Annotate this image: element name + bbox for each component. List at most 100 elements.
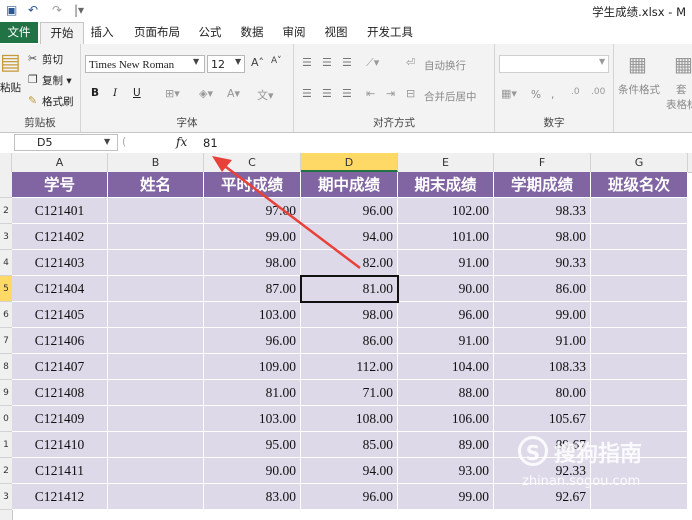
table-cell[interactable]: 95.00 bbox=[204, 432, 301, 458]
table-cell[interactable] bbox=[108, 198, 204, 224]
table-cell[interactable]: 81.00 bbox=[301, 276, 398, 302]
table-cell[interactable]: 108.33 bbox=[494, 354, 591, 380]
table-cell[interactable]: 96.00 bbox=[301, 198, 398, 224]
table-cell[interactable]: C121412 bbox=[12, 484, 108, 510]
font-color-icon[interactable]: A▾ bbox=[227, 87, 240, 100]
table-cell[interactable]: 85.00 bbox=[301, 432, 398, 458]
table-header-cell[interactable]: 学期成绩 bbox=[494, 172, 591, 198]
formula-input[interactable]: 81 bbox=[203, 136, 218, 150]
table-cell[interactable]: C121407 bbox=[12, 354, 108, 380]
table-cell[interactable]: 99.00 bbox=[204, 224, 301, 250]
table-cell[interactable]: 96.00 bbox=[398, 302, 494, 328]
table-cell[interactable] bbox=[591, 276, 688, 302]
table-cell[interactable]: 87.00 bbox=[204, 276, 301, 302]
decrease-indent-icon[interactable]: ⇤ bbox=[366, 87, 375, 100]
conditional-format-icon[interactable]: ▦ bbox=[628, 52, 647, 76]
table-cell[interactable] bbox=[591, 354, 688, 380]
table-cell[interactable]: 83.00 bbox=[204, 484, 301, 510]
table-header-cell[interactable]: 期中成绩 bbox=[301, 172, 398, 198]
tab-formulas[interactable]: 公式 bbox=[194, 22, 226, 43]
row-header-cell[interactable] bbox=[0, 172, 12, 198]
table-format-button[interactable]: 套 bbox=[676, 82, 687, 97]
table-cell[interactable]: 96.00 bbox=[204, 328, 301, 354]
format-painter-button[interactable]: 格式刷 bbox=[42, 94, 74, 109]
table-cell[interactable]: 89.00 bbox=[398, 432, 494, 458]
table-cell[interactable]: 88.00 bbox=[398, 380, 494, 406]
table-header-cell[interactable]: 期末成绩 bbox=[398, 172, 494, 198]
table-cell[interactable] bbox=[591, 250, 688, 276]
table-cell[interactable]: C121406 bbox=[12, 328, 108, 354]
increase-indent-icon[interactable]: ⇥ bbox=[386, 87, 395, 100]
table-cell[interactable] bbox=[591, 198, 688, 224]
table-cell[interactable]: 97.00 bbox=[204, 198, 301, 224]
cut-button[interactable]: 剪切 bbox=[42, 52, 63, 67]
wrap-text-button[interactable]: 自动换行 bbox=[424, 58, 466, 73]
table-cell[interactable]: 109.00 bbox=[204, 354, 301, 380]
table-cell[interactable]: C121409 bbox=[12, 406, 108, 432]
table-header-cell[interactable]: 平时成绩 bbox=[204, 172, 301, 198]
row-header-cell[interactable]: 0 bbox=[0, 406, 12, 432]
align-middle-icon[interactable]: ☰ bbox=[322, 56, 332, 69]
table-cell[interactable]: 103.00 bbox=[204, 406, 301, 432]
currency-icon[interactable]: ▦▾ bbox=[501, 87, 517, 100]
table-cell[interactable]: 94.00 bbox=[301, 458, 398, 484]
align-bottom-icon[interactable]: ☰ bbox=[342, 56, 352, 69]
tab-review[interactable]: 审阅 bbox=[278, 22, 310, 43]
paste-icon[interactable]: ▤ bbox=[0, 50, 21, 75]
table-cell[interactable]: 80.00 bbox=[494, 380, 591, 406]
table-cell[interactable]: 86.00 bbox=[494, 276, 591, 302]
table-cell[interactable]: 96.00 bbox=[301, 484, 398, 510]
table-cell[interactable] bbox=[591, 224, 688, 250]
row-header-cell[interactable]: 2 bbox=[0, 198, 12, 224]
tab-developer[interactable]: 开发工具 bbox=[362, 22, 418, 43]
table-header-cell[interactable]: 姓名 bbox=[108, 172, 204, 198]
row-header-cell[interactable]: 1 bbox=[0, 432, 12, 458]
bold-button[interactable]: B bbox=[91, 87, 99, 99]
column-header-g[interactable]: G bbox=[591, 153, 688, 172]
table-cell[interactable]: 82.00 bbox=[301, 250, 398, 276]
table-cell[interactable]: 98.00 bbox=[494, 224, 591, 250]
column-header-f[interactable]: F bbox=[494, 153, 591, 172]
redo-icon[interactable]: ↷ bbox=[52, 3, 62, 17]
table-cell[interactable]: 99.00 bbox=[398, 484, 494, 510]
column-header-e[interactable]: E bbox=[398, 153, 494, 172]
chevron-down-icon[interactable]: ▼ bbox=[104, 137, 110, 146]
table-cell[interactable]: 104.00 bbox=[398, 354, 494, 380]
cancel-icon[interactable]: ( bbox=[122, 135, 126, 148]
table-cell[interactable]: C121401 bbox=[12, 198, 108, 224]
orientation-icon[interactable]: ⟋▾ bbox=[366, 56, 379, 70]
table-cell[interactable] bbox=[108, 380, 204, 406]
row-header-cell[interactable]: 2 bbox=[0, 458, 12, 484]
table-cell[interactable]: 106.00 bbox=[398, 406, 494, 432]
phonetic-icon[interactable]: 文▾ bbox=[257, 87, 274, 103]
table-cell[interactable]: 99.00 bbox=[494, 302, 591, 328]
table-cell[interactable]: C121405 bbox=[12, 302, 108, 328]
table-cell[interactable]: 86.00 bbox=[301, 328, 398, 354]
border-icon[interactable]: ⊞▾ bbox=[165, 87, 180, 100]
grow-font-icon[interactable]: A˄ bbox=[251, 56, 264, 69]
table-cell[interactable]: 101.00 bbox=[398, 224, 494, 250]
table-cell[interactable] bbox=[591, 302, 688, 328]
merge-center-button[interactable]: 合并后居中 bbox=[424, 89, 477, 104]
table-cell[interactable] bbox=[591, 328, 688, 354]
table-cell[interactable]: 81.00 bbox=[204, 380, 301, 406]
table-cell[interactable]: C121404 bbox=[12, 276, 108, 302]
select-all-corner[interactable] bbox=[0, 153, 12, 172]
tab-data[interactable]: 数据 bbox=[236, 22, 268, 43]
fill-color-icon[interactable]: ◈▾ bbox=[199, 87, 213, 100]
table-cell[interactable]: 98.33 bbox=[494, 198, 591, 224]
chevron-down-icon[interactable]: ▼ bbox=[599, 57, 605, 66]
table-cell[interactable] bbox=[108, 328, 204, 354]
table-cell[interactable] bbox=[108, 302, 204, 328]
table-cell[interactable]: C121411 bbox=[12, 458, 108, 484]
customize-quick-access-icon[interactable]: |▾ bbox=[74, 3, 84, 17]
underline-button[interactable]: U bbox=[133, 87, 141, 99]
row-header-cell[interactable]: 6 bbox=[0, 302, 12, 328]
row-header-cell[interactable]: 9 bbox=[0, 380, 12, 406]
align-top-icon[interactable]: ☰ bbox=[302, 56, 312, 69]
table-cell[interactable]: 90.00 bbox=[398, 276, 494, 302]
table-cell[interactable]: 90.33 bbox=[494, 250, 591, 276]
tab-view[interactable]: 视图 bbox=[320, 22, 352, 43]
table-cell[interactable]: 103.00 bbox=[204, 302, 301, 328]
table-cell[interactable]: C121403 bbox=[12, 250, 108, 276]
